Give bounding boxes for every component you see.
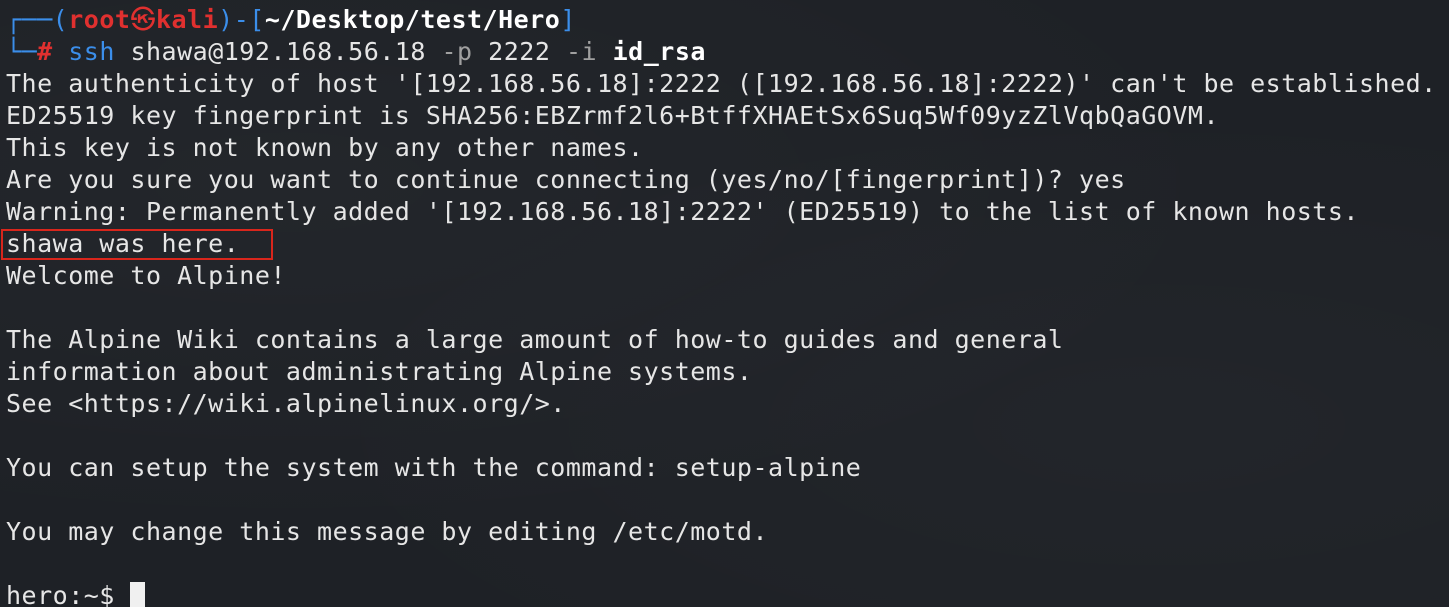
shell-prompt: hero:~$ [6,581,131,607]
prompt-host: kali [155,5,219,34]
command-target: shawa@192.168.56.18 [130,37,426,66]
output-wiki-line-3: See <https://wiki.alpinelinux.org/>. [6,389,566,418]
prompt-corner-bottom: └─ [6,37,38,66]
output-welcome: Welcome to Alpine! [6,261,286,290]
command-port-flag: -p [441,37,473,66]
prompt-user: root [68,5,131,34]
command-program: ssh [68,37,115,66]
output-setup: You can setup the system with the comman… [6,453,862,482]
output-warning: Warning: Permanently added '[192.168.56.… [6,197,1359,226]
terminal-window[interactable]: ┌──(root㉿kali)-[~/Desktop/test/Hero] └─#… [0,0,1449,607]
prompt-corner-top: ┌──( [6,5,69,34]
shell-prompt-line[interactable]: hero:~$ [6,580,146,607]
output-continue-prompt: Are you sure you want to continue connec… [6,165,1126,194]
prompt-hash: # [37,37,53,66]
output-fingerprint: ED25519 key fingerprint is SHA256:EBZrmf… [6,101,1219,130]
output-not-known: This key is not known by any other names… [6,133,644,162]
banner-highlight-box [1,229,273,260]
output-wiki-line-2: information about administrating Alpine … [6,357,753,386]
prompt-separator: )-[ [218,5,265,34]
kali-prompt-line-1: ┌──(root㉿kali)-[~/Desktop/test/Hero] [6,4,576,36]
prompt-end: ] [560,5,576,34]
output-authenticity: The authenticity of host '[192.168.56.18… [6,69,1437,98]
command-port: 2222 [488,37,551,66]
output-motd: You may change this message by editing /… [6,517,769,546]
skull-icon: ㉿ [130,5,156,34]
command-identity-flag: -i [565,37,598,66]
output-wiki-line-1: The Alpine Wiki contains a large amount … [6,325,1064,354]
prompt-path: ~/Desktop/test/Hero [264,5,561,34]
text-cursor[interactable] [130,582,146,607]
kali-prompt-line-2: └─# ssh shawa@192.168.56.18 -p 2222 -i i… [6,36,706,68]
command-identity-file: id_rsa [612,37,706,66]
